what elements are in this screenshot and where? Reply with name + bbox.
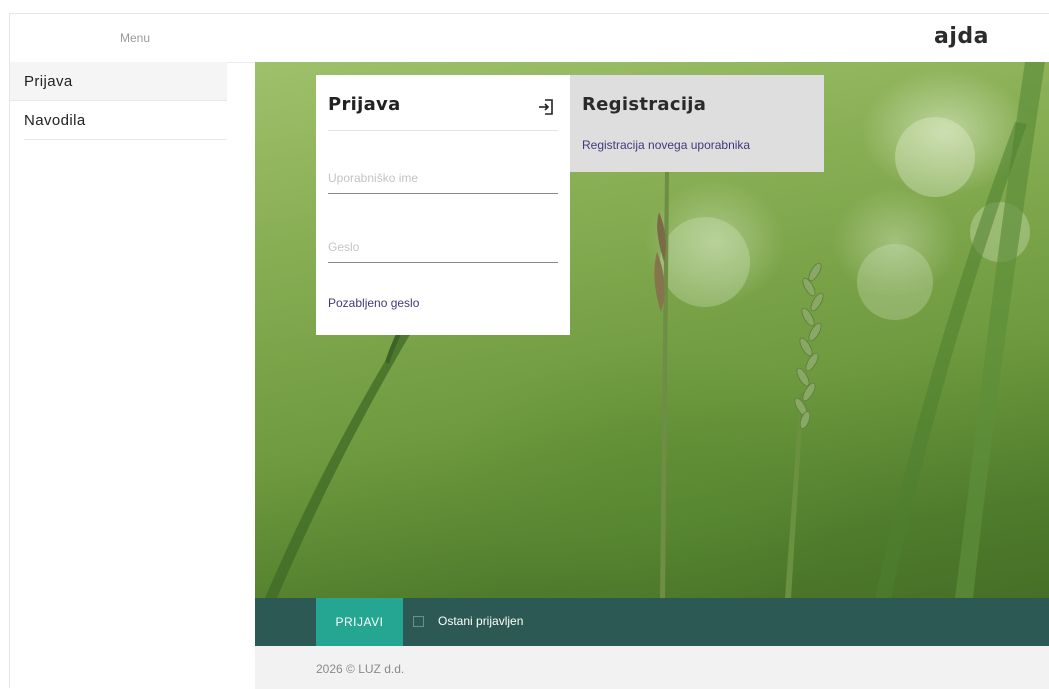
sidebar-item-prijava[interactable]: Prijava [10, 62, 227, 101]
login-icon[interactable] [536, 97, 556, 117]
password-input[interactable] [328, 234, 558, 260]
login-title: Prijava [328, 75, 558, 131]
sidebar-nav: Prijava Navodila [10, 62, 255, 140]
remember-me-label: Ostani prijavljen [438, 614, 524, 628]
registration-card: Registracija Registracija novega uporabn… [570, 75, 824, 172]
app-frame: Menu ajda Prijava Navodila Prijava Upora… [9, 13, 1049, 689]
copyright-text: 2026 © LUZ d.d. [316, 662, 405, 676]
footer: 2026 © LUZ d.d. [255, 646, 1049, 689]
login-submit-button[interactable]: PRIJAVI [316, 598, 403, 646]
username-field-wrapper [328, 165, 558, 194]
action-bar: PRIJAVI Ostani prijavljen [255, 598, 1049, 646]
username-input[interactable] [328, 165, 558, 191]
menu-label[interactable]: Menu [120, 31, 150, 45]
brand-logo: ajda [934, 24, 989, 49]
sidebar-item-navodila[interactable]: Navodila [24, 101, 227, 140]
remember-me-toggle[interactable]: Ostani prijavljen [413, 614, 523, 628]
register-new-user-link[interactable]: Registracija novega uporabnika [582, 138, 812, 152]
login-card: Prijava Pozabljeno geslo [316, 75, 570, 335]
remember-me-checkbox[interactable] [413, 615, 424, 627]
top-bar: Menu ajda [10, 14, 1049, 63]
registration-title: Registracija [582, 94, 707, 115]
password-field-wrapper [328, 234, 558, 263]
forgot-password-link[interactable]: Pozabljeno geslo [328, 296, 558, 310]
